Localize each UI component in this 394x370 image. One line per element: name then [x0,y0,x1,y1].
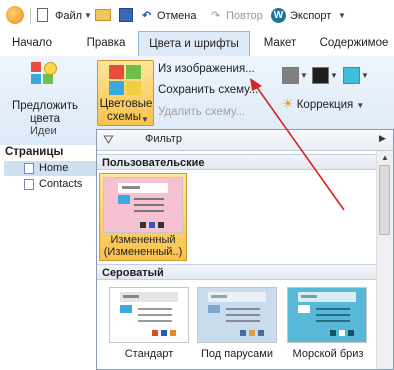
file-menu-caret-icon[interactable]: ▼ [84,11,92,20]
swatch-black[interactable] [312,67,329,84]
section-header-custom: Пользовательские [97,154,376,170]
tab-content[interactable]: Содержимое [314,31,394,56]
custom-scheme-name: Измененный [110,234,176,246]
color-scheme-gallery: ⛛ Фильтр ▶ ▲ Пользовательские Измененный… [96,129,394,370]
scroll-up-icon[interactable]: ▲ [381,153,389,162]
filter-icon: ⛛ [103,132,114,147]
theme-name-under-sail: Под парусами [200,348,274,360]
undo-icon[interactable]: ↶ [142,7,151,25]
page-label-contacts: Contacts [39,178,83,190]
tab-home[interactable]: Начало [4,31,60,56]
theme-thumbnail-standard [109,287,189,343]
theme-item-sea-breeze[interactable]: Морской бриз [283,284,373,360]
pages-title: Страницы [5,146,64,158]
delete-scheme-button: Удалить схему... [158,106,246,118]
theme-name-sea-breeze: Морской бриз [292,348,364,360]
export-button[interactable]: Экспорт [290,7,331,25]
save-icon[interactable] [119,8,133,22]
suggest-colors-label: Предложить [12,100,78,112]
save-scheme-button[interactable]: Сохранить схему... [158,84,258,96]
filter-label: Фильтр [145,133,182,145]
page-icon [24,179,34,190]
correction-button[interactable]: ☀ Коррекция ▼ [282,96,372,112]
correction-caret-icon: ▼ [356,101,365,110]
file-menu-button[interactable]: Файл [55,7,82,25]
custom-scheme-item[interactable]: Измененный (Измененный..) [99,173,187,261]
page-item-home[interactable]: Home [4,161,96,176]
theme-name-standard: Стандарт [124,348,174,360]
ribbon-tabs: Начало Правка Цвета и шрифты Макет Содер… [0,31,394,57]
theme-thumbnail-sea-breeze [287,287,367,343]
gallery-scrollbar[interactable]: ▲ [376,151,393,369]
color-schemes-button[interactable]: Цветовые схемы ▼ [97,60,154,126]
tab-layout[interactable]: Макет [256,31,304,56]
page-icon [24,163,34,174]
color-schemes-label: Цветовые [99,98,153,110]
tab-colors-fonts[interactable]: Цвета и шрифты [138,31,250,57]
theme-thumbnail-under-sail [197,287,277,343]
from-image-button[interactable]: Из изображения... [158,63,255,75]
group-label-ideas: Идеи [30,125,57,137]
filter-arrow-icon: ▶ [379,133,386,143]
open-folder-icon[interactable] [95,9,111,21]
color-schemes-icon [109,65,141,95]
section-header-gray: Сероватый [97,264,376,280]
suggest-colors-label-2: цвета [29,113,61,125]
theme-item-under-sail[interactable]: Под парусами [193,284,281,360]
swatch-gray[interactable] [282,67,299,84]
color-schemes-caret-icon: ▼ [141,115,149,124]
correction-label: Коррекция [296,99,354,111]
tab-edit[interactable]: Правка [78,31,134,56]
quick-access-toolbar: Файл ▼ ↶ Отмена ↷ Повтор W Экспорт ▼ [0,0,394,32]
redo-icon: ↷ [211,10,221,22]
redo-button[interactable]: Повтор [226,7,263,25]
color-schemes-label-2: схемы [107,111,141,123]
undo-button[interactable]: Отмена [157,7,196,25]
swatch-cyan-caret-icon[interactable]: ▼ [361,71,369,80]
page-label-home: Home [39,162,69,174]
app-logo-icon[interactable] [6,6,24,24]
custom-scheme-name-2: (Измененный..) [103,246,183,258]
swatch-gray-caret-icon[interactable]: ▼ [300,71,308,80]
filter-bar[interactable]: ⛛ Фильтр ▶ [97,130,393,151]
sun-icon: ☀ [282,96,294,111]
page-item-contacts[interactable]: Contacts [4,177,96,192]
wordpress-icon[interactable]: W [271,8,286,23]
swatch-black-caret-icon[interactable]: ▼ [330,71,338,80]
suggest-colors-button[interactable]: Предложить цвета [5,60,85,125]
scroll-thumb[interactable] [379,165,390,235]
color-bulb-icon [31,62,57,90]
theme-item-standard[interactable]: Стандарт [105,284,193,360]
pages-sidebar: Страницы Home Contacts [0,145,97,370]
swatch-cyan[interactable] [343,67,360,84]
new-document-icon[interactable] [37,8,48,22]
export-caret-icon[interactable]: ▼ [338,11,346,20]
custom-scheme-thumbnail [103,177,183,233]
